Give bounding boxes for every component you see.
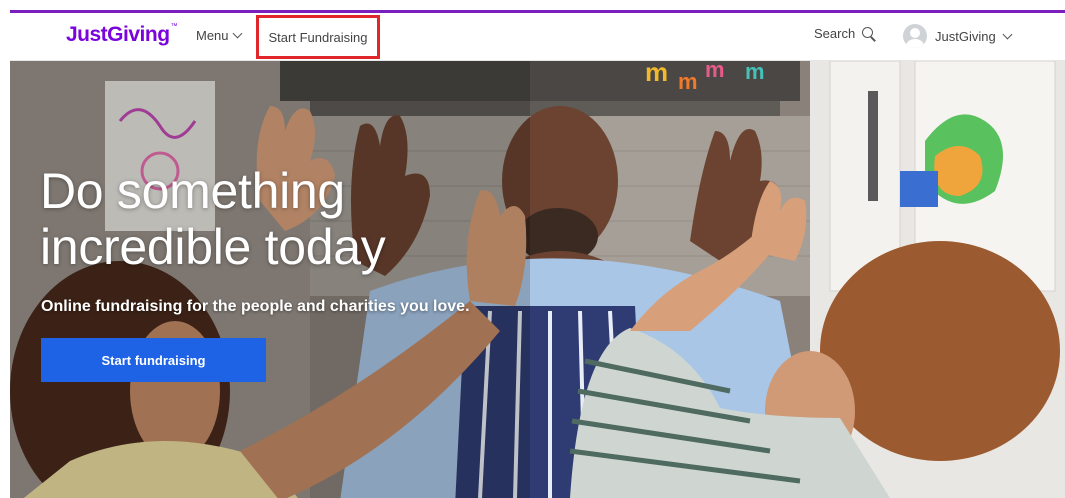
start-fundraising-button-label: Start fundraising xyxy=(101,352,206,368)
search-label: Search xyxy=(814,26,856,41)
logo-trademark: ™ xyxy=(170,23,178,30)
start-fundraising-nav-label: Start Fundraising xyxy=(268,29,368,45)
search-button[interactable]: Search xyxy=(814,26,877,42)
justgiving-logo[interactable]: JustGiving™ xyxy=(66,23,177,47)
top-navbar: JustGiving™ Menu Start Fundraising Searc… xyxy=(10,13,1065,61)
logo-text: JustGiving xyxy=(66,23,170,46)
hero-heading-line-2: incredible today xyxy=(40,219,386,275)
search-icon xyxy=(862,26,877,42)
svg-text:m: m xyxy=(645,61,668,87)
start-fundraising-nav-link[interactable]: Start Fundraising xyxy=(256,15,380,59)
hero-heading-line-1: Do something xyxy=(40,163,345,219)
avatar-icon xyxy=(903,24,927,48)
hero-banner: m m m m Do something incredible today On… xyxy=(10,61,1065,498)
svg-text:m: m xyxy=(705,61,725,82)
account-label: JustGiving xyxy=(935,28,996,44)
svg-text:m: m xyxy=(678,69,698,94)
menu-dropdown[interactable]: Menu xyxy=(196,28,242,43)
account-menu[interactable]: JustGiving xyxy=(903,24,1013,48)
chevron-down-icon xyxy=(1002,29,1013,39)
menu-label: Menu xyxy=(196,28,229,43)
hero-photo: m m m m xyxy=(10,61,1065,498)
hero-subtitle: Online fundraising for the people and ch… xyxy=(41,298,470,315)
hero-heading: Do something incredible today xyxy=(40,163,520,275)
start-fundraising-button[interactable]: Start fundraising xyxy=(41,338,266,382)
window-top xyxy=(0,0,1065,10)
chevron-down-icon xyxy=(232,28,242,39)
svg-text:m: m xyxy=(745,61,765,84)
